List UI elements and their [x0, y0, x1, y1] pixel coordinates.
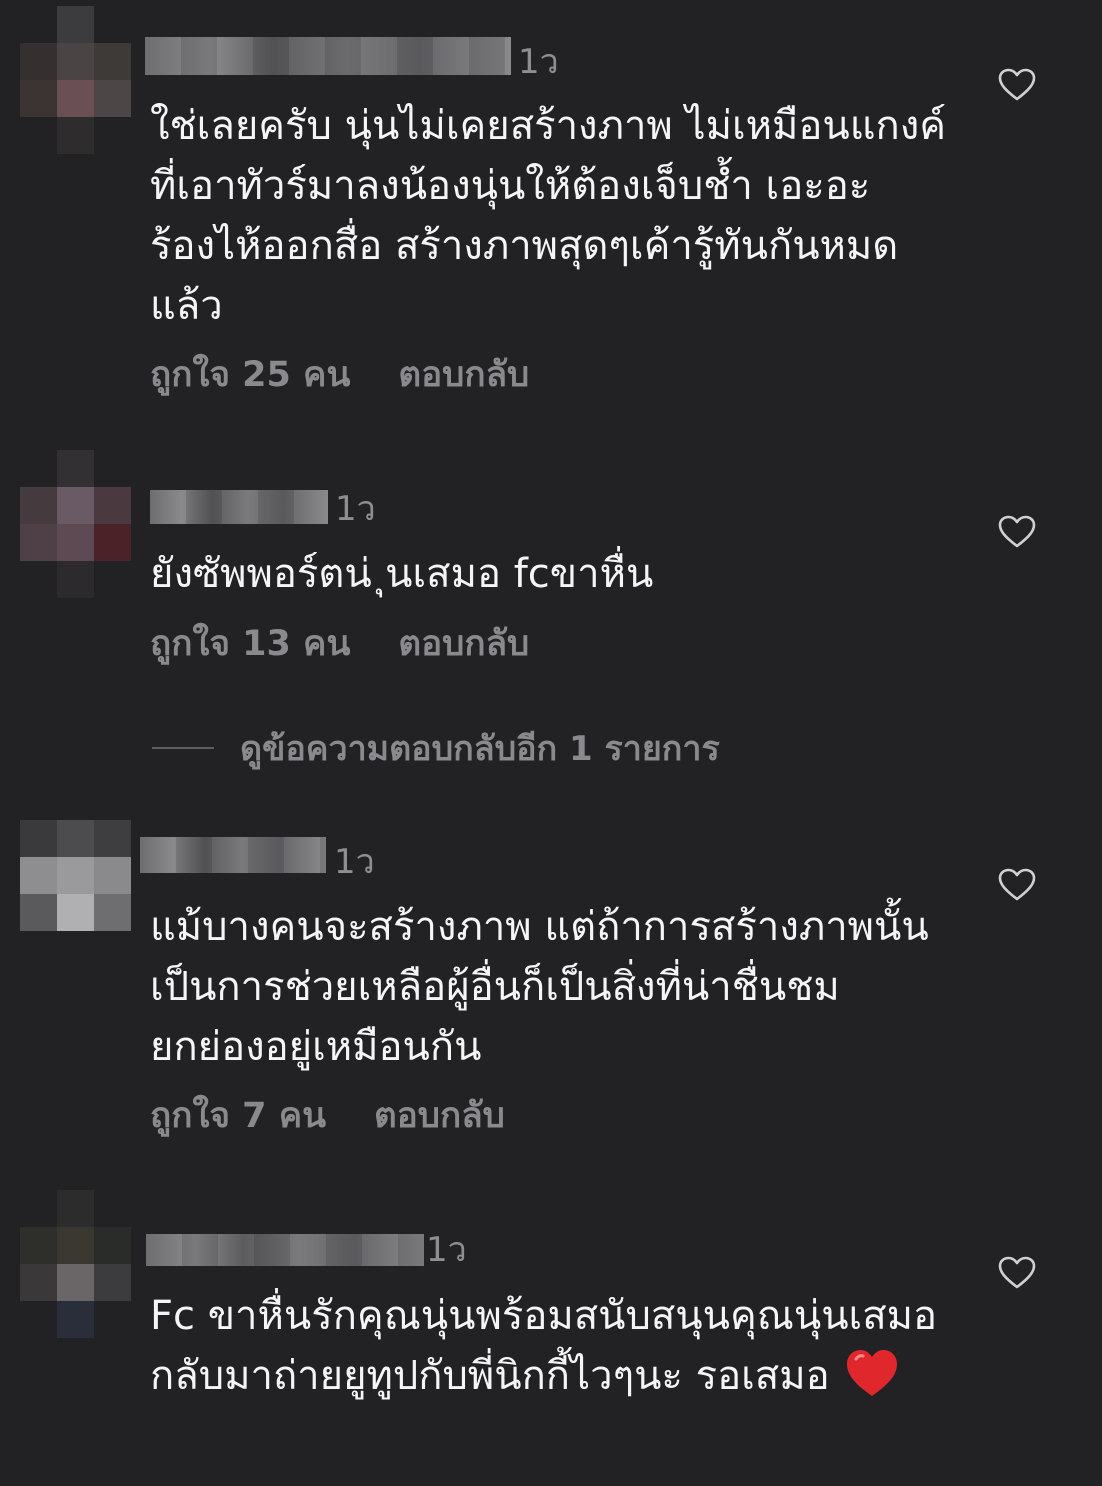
like-count[interactable]: ถูกใจ 13 คน: [150, 624, 350, 664]
username-blurred[interactable]: [145, 37, 511, 75]
comment-time: 1ว: [335, 489, 376, 529]
view-more-replies[interactable]: ดูข้อความตอบกลับอีก 1 รายการ: [152, 725, 720, 771]
avatar[interactable]: [20, 6, 131, 154]
heart-icon[interactable]: [998, 868, 1036, 902]
comment-text: แม้บางคนจะสร้างภาพ แต่ถ้าการสร้างภาพนั้น…: [150, 904, 929, 1070]
avatar[interactable]: [20, 450, 131, 598]
username-blurred[interactable]: [140, 837, 326, 873]
heart-icon[interactable]: [998, 515, 1036, 549]
view-more-replies-label[interactable]: ดูข้อความตอบกลับอีก 1 รายการ: [240, 721, 720, 775]
comment-time: 1ว: [518, 42, 559, 82]
like-count[interactable]: ถูกใจ 25 คน: [150, 355, 350, 395]
reply-button[interactable]: ตอบกลับ: [398, 355, 529, 395]
comment-meta: ถูกใจ 25 คน ตอบกลับ: [150, 353, 529, 397]
comment-time: 1ว: [426, 1230, 467, 1270]
heart-icon[interactable]: [998, 1256, 1036, 1290]
reply-button[interactable]: ตอบกลับ: [374, 1096, 505, 1136]
comment-text: ยังซัพพอร์ตน่ ุนเสมอ fcขาหื่น: [150, 551, 654, 597]
comment-text-body: Fc ขาหื่นรักคุณนุ่นพร้อมสนับสนุนคุณนุ่นเ…: [150, 1293, 938, 1399]
heart-icon[interactable]: [998, 68, 1036, 102]
reply-button[interactable]: ตอบกลับ: [398, 624, 529, 664]
divider: [152, 747, 214, 749]
avatar[interactable]: [20, 1190, 131, 1338]
username-blurred[interactable]: [150, 490, 328, 524]
comment-meta: ถูกใจ 7 คน ตอบกลับ: [150, 1094, 505, 1138]
like-count[interactable]: ถูกใจ 7 คน: [150, 1096, 326, 1136]
comment-text: Fc ขาหื่นรักคุณนุ่นพร้อมสนับสนุนคุณนุ่นเ…: [150, 1286, 950, 1406]
username-blurred[interactable]: [146, 1234, 424, 1266]
comment-text: ใช่เลยครับ นุ่นไม่เคยสร้างภาพ ไม่เหมือนแ…: [150, 103, 947, 329]
comment-meta: ถูกใจ 13 คน ตอบกลับ: [150, 622, 529, 666]
red-heart-emoji: [844, 1347, 900, 1399]
avatar[interactable]: [20, 820, 131, 931]
comment-time: 1ว: [334, 842, 375, 882]
